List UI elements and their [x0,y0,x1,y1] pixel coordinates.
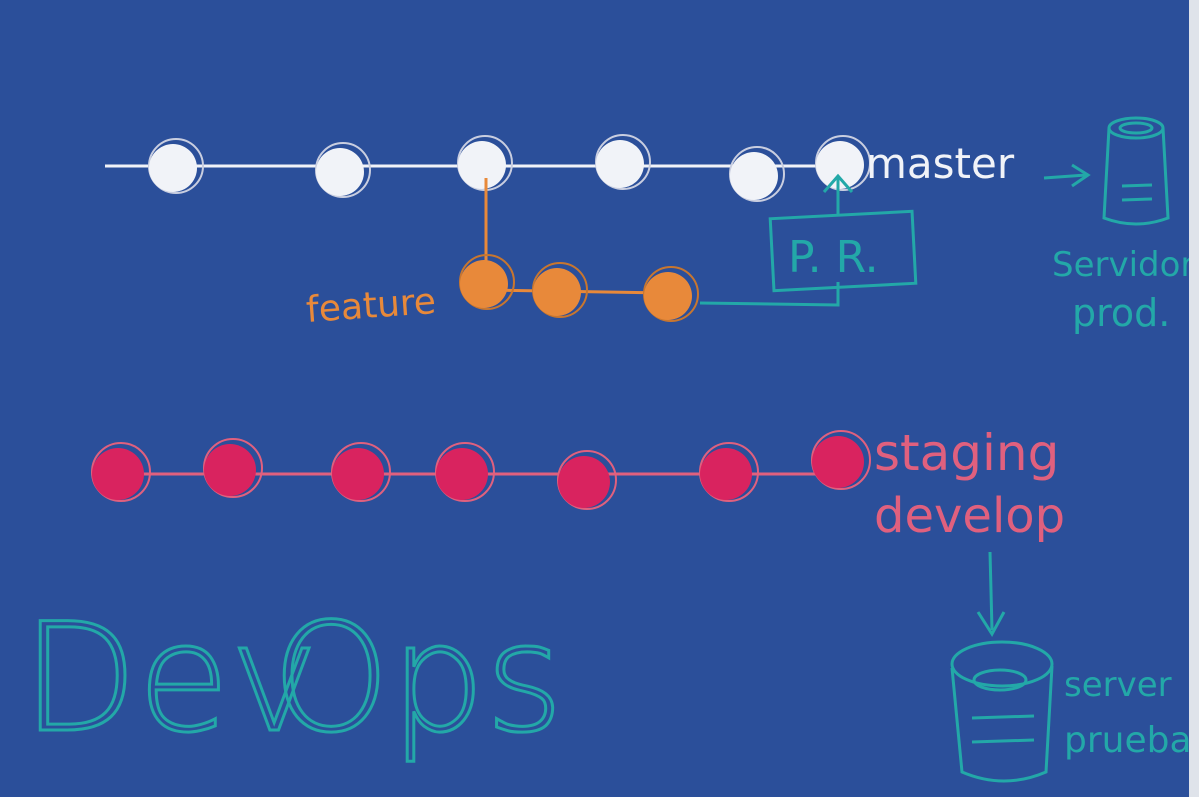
pull-request-line [699,282,840,307]
master-commit [316,148,364,196]
test-server-label-line1: server [1064,665,1172,705]
feature-commit [533,268,581,316]
arrow-right-icon [1043,163,1091,188]
devops-whiteboard: master feature P. R. Servidor prod. stag… [21,116,1199,783]
develop-commit [204,444,256,496]
prod-server-label-line2: prod. [1072,291,1170,335]
master-commit [730,152,778,200]
test-server-label-line2: pruebas [1064,720,1199,761]
develop-commit [700,448,752,500]
master-commit [149,144,197,192]
prod-server-label-line1: Servidor [1052,245,1194,285]
develop-commit [332,448,384,500]
database-icon [1102,116,1170,226]
feature-commits [459,254,699,322]
arrow-down-icon [976,551,1006,637]
database-icon [950,640,1054,783]
master-commits [148,134,871,202]
develop-commit [558,456,610,508]
master-commit [596,140,644,188]
master-commit [458,141,506,189]
pull-request-label: P. R. [788,232,879,283]
develop-commit [812,436,864,488]
right-edge-strip [1189,0,1199,797]
feature-commit [644,272,692,320]
master-label: master [866,139,1015,188]
feature-label: feature [305,281,438,331]
staging-label: staging [874,424,1059,482]
develop-commits [91,430,871,510]
develop-commit [436,448,488,500]
develop-label: develop [874,488,1065,544]
develop-commit [92,448,144,500]
devops-title-ops: Ops [272,592,563,766]
master-commit [816,141,864,189]
feature-commit [460,260,508,308]
